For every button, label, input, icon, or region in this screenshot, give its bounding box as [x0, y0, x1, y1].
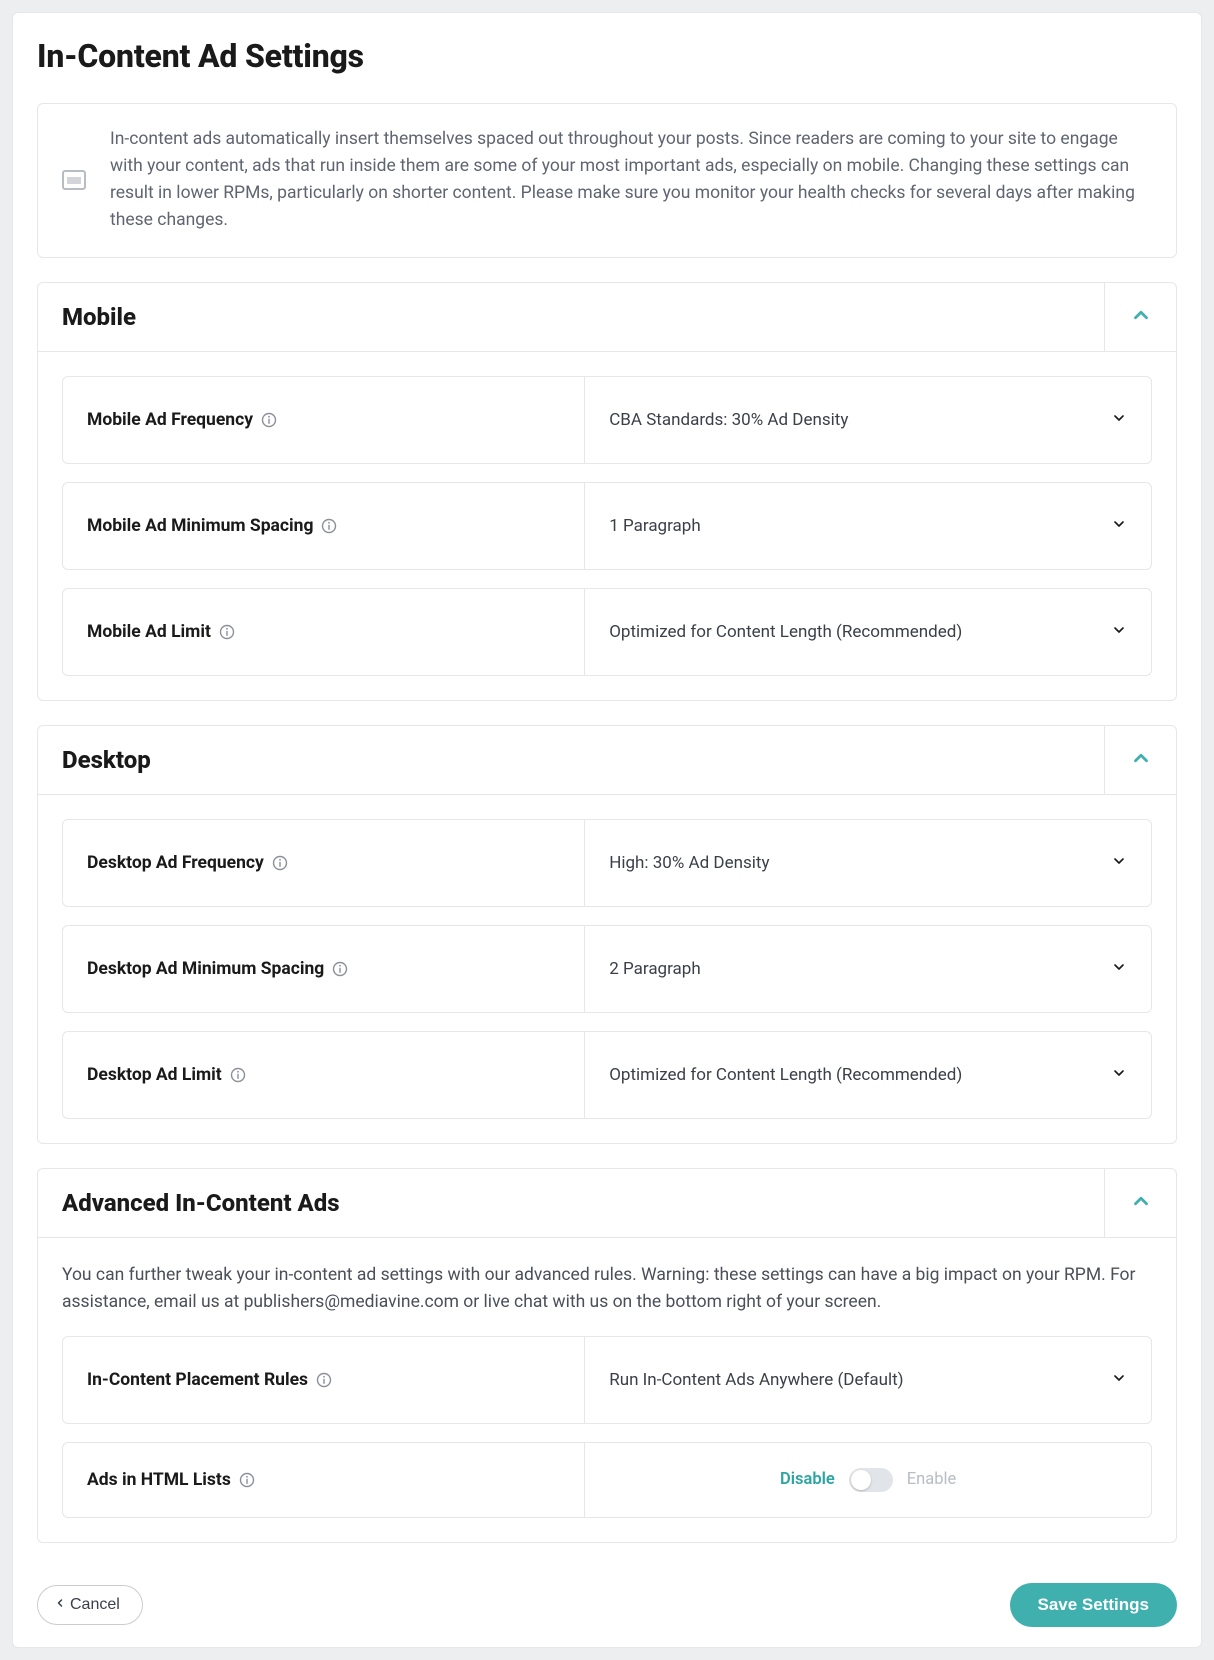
mobile-section-body: Mobile Ad Frequency CBA Standards: 30% A… — [38, 351, 1176, 700]
info-icon[interactable] — [219, 624, 235, 640]
mobile-section: Mobile Mobile Ad Frequency CBA Standards… — [37, 282, 1177, 701]
ads-html-lists-row: Ads in HTML Lists Disable Enable — [62, 1442, 1152, 1518]
mobile-ad-frequency-row: Mobile Ad Frequency CBA Standards: 30% A… — [62, 376, 1152, 464]
mobile-ad-frequency-label: Mobile Ad Frequency — [87, 410, 253, 430]
save-settings-button[interactable]: Save Settings — [1010, 1583, 1178, 1627]
toggle-disable-label: Disable — [780, 1470, 835, 1489]
desktop-ad-limit-select[interactable]: Optimized for Content Length (Recommende… — [609, 1065, 1127, 1085]
desktop-ad-frequency-select[interactable]: High: 30% Ad Density — [609, 853, 1127, 873]
chevron-down-icon — [1111, 959, 1127, 979]
advanced-section: Advanced In-Content Ads You can further … — [37, 1168, 1177, 1543]
desktop-ad-spacing-value: 2 Paragraph — [609, 959, 700, 979]
info-icon[interactable] — [321, 518, 337, 534]
advanced-section-body: You can further tweak your in-content ad… — [38, 1237, 1176, 1542]
setting-label: Desktop Ad Minimum Spacing — [63, 926, 585, 1012]
settings-page: In-Content Ad Settings In-content ads au… — [12, 12, 1202, 1648]
page-title: In-Content Ad Settings — [37, 37, 1177, 75]
mobile-section-title: Mobile — [38, 283, 1104, 351]
chevron-left-icon — [54, 1596, 66, 1614]
chevron-down-icon — [1111, 1370, 1127, 1390]
mobile-ad-spacing-row: Mobile Ad Minimum Spacing 1 Paragraph — [62, 482, 1152, 570]
mobile-ad-limit-value: Optimized for Content Length (Recommende… — [609, 622, 962, 642]
mobile-ad-spacing-label: Mobile Ad Minimum Spacing — [87, 516, 313, 536]
mobile-collapse-button[interactable] — [1104, 283, 1176, 351]
desktop-ad-limit-value: Optimized for Content Length (Recommende… — [609, 1065, 962, 1085]
chevron-down-icon — [1111, 853, 1127, 873]
info-icon[interactable] — [230, 1067, 246, 1083]
desktop-ad-spacing-row: Desktop Ad Minimum Spacing 2 Paragraph — [62, 925, 1152, 1013]
chevron-down-icon — [1111, 622, 1127, 642]
info-icon[interactable] — [272, 855, 288, 871]
info-banner: In-content ads automatically insert them… — [37, 103, 1177, 258]
setting-label: Mobile Ad Frequency — [63, 377, 585, 463]
ads-html-lists-toggle-group: Disable Enable — [609, 1468, 1127, 1492]
info-icon[interactable] — [316, 1372, 332, 1388]
info-icon[interactable] — [261, 412, 277, 428]
mobile-ad-frequency-value: CBA Standards: 30% Ad Density — [609, 410, 848, 430]
desktop-section-title: Desktop — [38, 726, 1104, 794]
desktop-ad-frequency-label: Desktop Ad Frequency — [87, 853, 264, 873]
advanced-section-desc: You can further tweak your in-content ad… — [62, 1262, 1152, 1316]
save-button-label: Save Settings — [1038, 1595, 1150, 1614]
ads-html-lists-toggle[interactable] — [849, 1468, 893, 1492]
desktop-section-header: Desktop — [38, 726, 1176, 794]
placement-rules-label: In-Content Placement Rules — [87, 1370, 308, 1390]
advanced-section-title: Advanced In-Content Ads — [38, 1169, 1104, 1237]
info-banner-text: In-content ads automatically insert them… — [110, 126, 1152, 235]
placement-rules-row: In-Content Placement Rules Run In-Conten… — [62, 1336, 1152, 1424]
cancel-button-label: Cancel — [70, 1596, 120, 1614]
desktop-ad-spacing-label: Desktop Ad Minimum Spacing — [87, 959, 324, 979]
setting-label: Desktop Ad Frequency — [63, 820, 585, 906]
mobile-ad-frequency-select[interactable]: CBA Standards: 30% Ad Density — [609, 410, 1127, 430]
mobile-ad-limit-row: Mobile Ad Limit Optimized for Content Le… — [62, 588, 1152, 676]
chevron-down-icon — [1111, 1065, 1127, 1085]
setting-label: Mobile Ad Minimum Spacing — [63, 483, 585, 569]
info-icon[interactable] — [332, 961, 348, 977]
desktop-ad-spacing-select[interactable]: 2 Paragraph — [609, 959, 1127, 979]
chevron-down-icon — [1111, 516, 1127, 536]
placement-rules-select[interactable]: Run In-Content Ads Anywhere (Default) — [609, 1370, 1127, 1390]
desktop-ad-limit-row: Desktop Ad Limit Optimized for Content L… — [62, 1031, 1152, 1119]
mobile-ad-spacing-value: 1 Paragraph — [609, 516, 700, 536]
chevron-up-icon — [1130, 747, 1152, 773]
desktop-ad-frequency-value: High: 30% Ad Density — [609, 853, 769, 873]
footer-bar: Cancel Save Settings — [37, 1583, 1177, 1627]
chevron-up-icon — [1130, 304, 1152, 330]
info-icon[interactable] — [239, 1472, 255, 1488]
ads-html-lists-label: Ads in HTML Lists — [87, 1470, 231, 1490]
mobile-ad-limit-label: Mobile Ad Limit — [87, 622, 211, 642]
setting-label: Mobile Ad Limit — [63, 589, 585, 675]
desktop-ad-limit-label: Desktop Ad Limit — [87, 1065, 222, 1085]
chevron-down-icon — [1111, 410, 1127, 430]
desktop-collapse-button[interactable] — [1104, 726, 1176, 794]
setting-label: Ads in HTML Lists — [63, 1443, 585, 1517]
setting-label: Desktop Ad Limit — [63, 1032, 585, 1118]
toggle-knob — [851, 1470, 871, 1490]
document-icon — [62, 170, 86, 190]
desktop-section: Desktop Desktop Ad Frequency High: 30% A… — [37, 725, 1177, 1144]
placement-rules-value: Run In-Content Ads Anywhere (Default) — [609, 1370, 903, 1390]
toggle-enable-label: Enable — [907, 1470, 957, 1489]
mobile-section-header: Mobile — [38, 283, 1176, 351]
setting-label: In-Content Placement Rules — [63, 1337, 585, 1423]
mobile-ad-limit-select[interactable]: Optimized for Content Length (Recommende… — [609, 622, 1127, 642]
desktop-section-body: Desktop Ad Frequency High: 30% Ad Densit… — [38, 794, 1176, 1143]
chevron-up-icon — [1130, 1190, 1152, 1216]
advanced-collapse-button[interactable] — [1104, 1169, 1176, 1237]
desktop-ad-frequency-row: Desktop Ad Frequency High: 30% Ad Densit… — [62, 819, 1152, 907]
advanced-section-header: Advanced In-Content Ads — [38, 1169, 1176, 1237]
mobile-ad-spacing-select[interactable]: 1 Paragraph — [609, 516, 1127, 536]
cancel-button[interactable]: Cancel — [37, 1585, 143, 1625]
